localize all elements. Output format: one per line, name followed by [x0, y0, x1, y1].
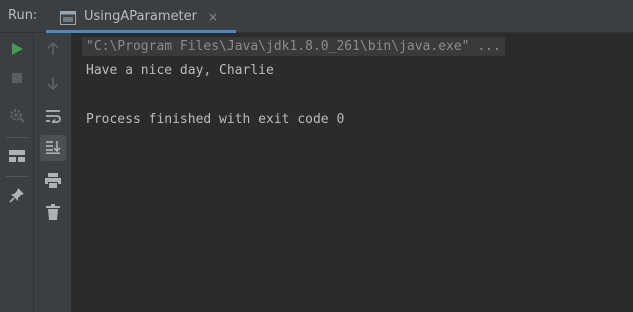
settings-button[interactable] — [4, 104, 30, 130]
print-icon — [45, 172, 61, 192]
command-line[interactable]: "C:\Program Files\Java\jdk1.8.0_261\bin\… — [82, 37, 505, 56]
run-tool-window: Run: UsingAParameter × "C:\Program Files… — [0, 0, 633, 312]
run-toolbar — [0, 33, 34, 312]
console-toolbar — [34, 33, 72, 312]
play-icon — [10, 41, 24, 60]
clear-all-button[interactable] — [40, 201, 66, 227]
print-button[interactable] — [40, 169, 66, 195]
console-icon — [60, 10, 76, 25]
soft-wrap-icon — [45, 108, 61, 127]
run-header: Run: UsingAParameter × — [0, 0, 633, 33]
toolbar-separator — [6, 176, 28, 177]
scroll-to-end-icon — [45, 139, 61, 158]
toolbar-separator — [6, 137, 28, 138]
close-icon[interactable]: × — [208, 10, 218, 24]
next-occurrence-button[interactable] — [40, 71, 66, 97]
trash-icon — [46, 204, 60, 224]
stop-icon — [11, 69, 23, 88]
rerun-button[interactable] — [4, 37, 30, 63]
program-output: Have a nice day, Charlie — [86, 63, 274, 78]
previous-occurrence-button[interactable] — [40, 37, 66, 63]
soft-wrap-button[interactable] — [40, 104, 66, 130]
tab-label: UsingAParameter — [84, 9, 197, 24]
exit-status: Process finished with exit code 0 — [86, 112, 345, 127]
arrow-up-icon — [46, 41, 60, 60]
scroll-to-end-button[interactable] — [40, 135, 66, 161]
layout-icon — [9, 147, 25, 166]
pin-icon — [9, 187, 25, 207]
stop-button[interactable] — [4, 65, 30, 91]
pin-tab-button[interactable] — [4, 184, 30, 210]
layout-button[interactable] — [4, 143, 30, 169]
run-tab[interactable]: UsingAParameter × — [46, 0, 236, 33]
console-output[interactable]: "C:\Program Files\Java\jdk1.8.0_261\bin\… — [72, 33, 633, 312]
settings-icon — [9, 107, 25, 127]
run-label: Run: — [8, 8, 38, 23]
arrow-down-icon — [46, 75, 60, 94]
